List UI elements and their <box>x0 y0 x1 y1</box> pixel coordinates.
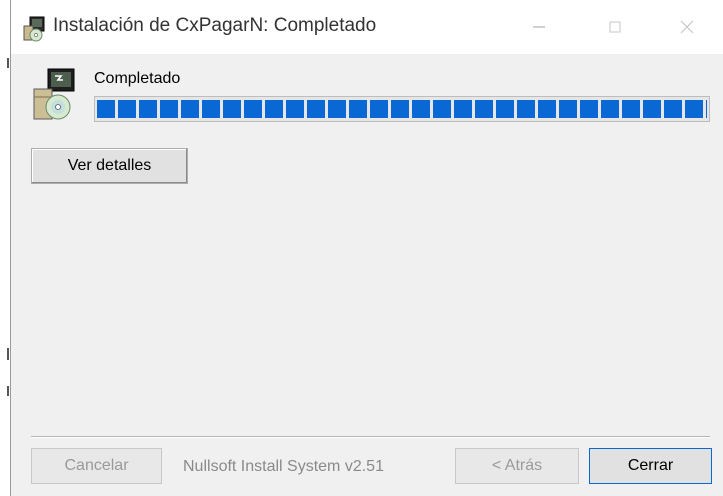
title-bar[interactable]: Instalación de CxPagarN: Completado <box>11 0 723 54</box>
footer-separator <box>31 436 710 438</box>
installer-content: Completado Ver detalles Cancelar Nullsof… <box>11 54 723 496</box>
minimize-icon[interactable] <box>519 12 559 42</box>
installer-package-icon <box>33 68 75 120</box>
maximize-icon[interactable] <box>595 12 635 42</box>
show-details-button[interactable]: Ver detalles <box>31 148 188 184</box>
window-title: Instalación de CxPagarN: Completado <box>53 15 377 36</box>
edge-mark <box>7 348 9 360</box>
progress-bar <box>94 96 710 122</box>
installer-app-icon <box>23 16 45 42</box>
back-button[interactable]: < Atrás <box>455 448 579 484</box>
status-label: Completado <box>94 70 181 87</box>
nsis-branding-text: Nullsoft Install System v2.51 <box>183 458 384 475</box>
cancel-button[interactable]: Cancelar <box>31 448 162 484</box>
close-icon[interactable] <box>667 12 707 42</box>
edge-mark <box>7 386 9 396</box>
installer-window: Instalación de CxPagarN: Completado Comp… <box>10 0 723 496</box>
edge-mark <box>7 58 9 68</box>
close-button[interactable]: Cerrar <box>589 448 712 484</box>
progress-bar-fill <box>97 100 707 118</box>
